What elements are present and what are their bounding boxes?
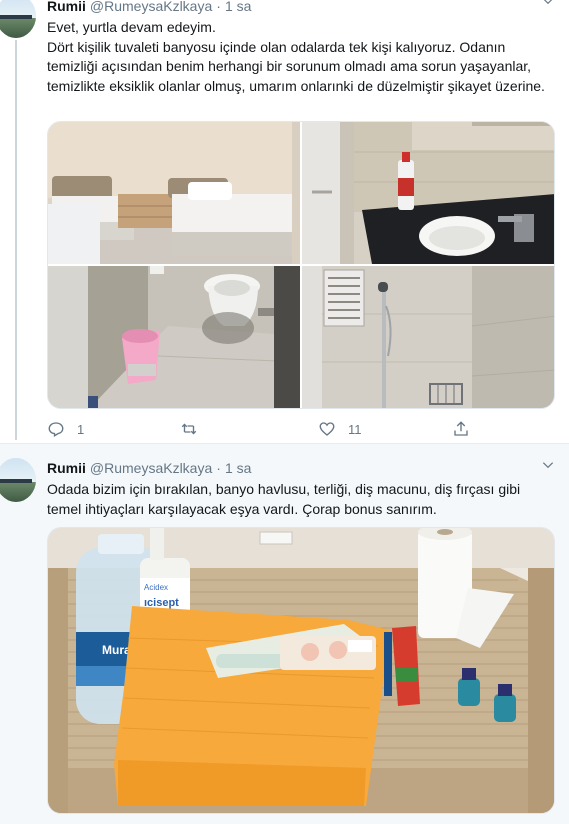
tweet-text-line: Evet, yurtla devam edeyim.	[47, 19, 216, 35]
caret-down-icon[interactable]	[541, 458, 555, 472]
media-photo-toilet[interactable]	[48, 266, 300, 408]
thread-line	[15, 40, 17, 440]
tweet-header: Rumii @RumeysaKzlkaya · 1 sa	[47, 458, 251, 478]
author-name[interactable]: Rumii	[47, 460, 86, 476]
avatar-railing	[0, 15, 32, 20]
tweet-1[interactable]: Rumii @RumeysaKzlkaya · 1 sa Evet, yurtl…	[0, 0, 569, 444]
avatar-land	[0, 18, 36, 38]
reply-icon	[48, 422, 64, 437]
caret-down-icon[interactable]	[541, 0, 555, 8]
tweet-actions: 1 11	[47, 418, 487, 440]
tweet-text-line: Odada bizim için bırakılan, banyo havlus…	[47, 481, 521, 517]
avatar[interactable]	[0, 0, 36, 38]
tweet-time[interactable]: 1 sa	[225, 460, 251, 476]
author-handle[interactable]: @RumeysaKzlkaya	[90, 0, 212, 14]
tweet-text: Odada bizim için bırakılan, banyo havlus…	[47, 480, 557, 519]
media-photo-bedroom[interactable]	[48, 122, 300, 264]
tweet-header: Rumii @RumeysaKzlkaya · 1 sa	[47, 0, 251, 16]
media-grid[interactable]	[47, 121, 555, 409]
separator-dot: ·	[216, 0, 221, 14]
media-photo-shower[interactable]	[302, 266, 554, 408]
avatar-railing	[0, 479, 32, 484]
sanitizer-label: Acidex	[144, 583, 168, 592]
retweet-button[interactable]	[180, 418, 210, 440]
tweet-time[interactable]: 1 sa	[225, 0, 251, 14]
author-name[interactable]: Rumii	[47, 0, 86, 14]
avatar[interactable]	[0, 458, 36, 502]
like-count: 11	[348, 421, 362, 437]
share-icon	[454, 421, 468, 436]
tweet-text: Evet, yurtla devam edeyim. Dört kişilik …	[47, 18, 557, 96]
tweet-2[interactable]: Rumii @RumeysaKzlkaya · 1 sa Odada bizim…	[0, 444, 569, 824]
share-button[interactable]	[452, 418, 470, 440]
separator-dot: ·	[216, 460, 221, 476]
media-photo-sink[interactable]	[302, 122, 554, 264]
avatar-land	[0, 482, 36, 502]
tweet-text-line: Dört kişilik tuvaleti banyosu içinde ola…	[47, 38, 545, 94]
like-icon	[319, 422, 335, 436]
media-photo-amenities[interactable]: Muratsu Acidex ıcisept	[47, 527, 555, 814]
reply-button[interactable]: 1	[47, 418, 84, 440]
author-handle[interactable]: @RumeysaKzlkaya	[90, 460, 212, 476]
like-button[interactable]: 11	[318, 418, 362, 440]
reply-count: 1	[77, 421, 85, 437]
retweet-icon	[181, 423, 197, 435]
